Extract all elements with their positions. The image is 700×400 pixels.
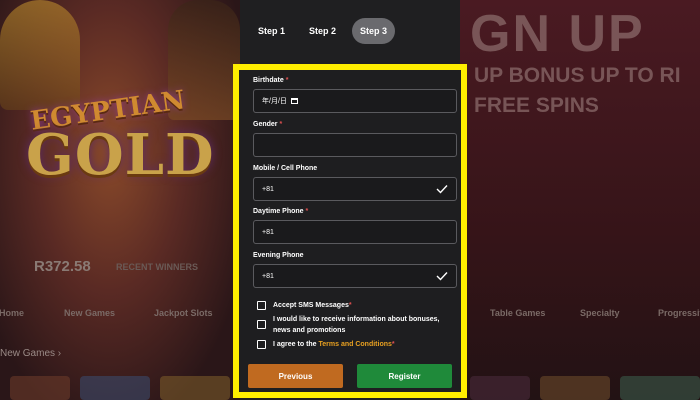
- hero-free-spins-text: FREE SPINS: [474, 94, 599, 117]
- birthdate-value: 年/月/日: [262, 98, 287, 105]
- required-marker: *: [305, 208, 309, 215]
- evening-label: Evening Phone: [253, 252, 304, 259]
- step-3-form: Birthdate * 年/月/日 Gender * Mobile / Cell…: [233, 64, 467, 398]
- chevron-right-icon: ›: [57, 348, 62, 359]
- previous-button[interactable]: Previous: [248, 364, 343, 388]
- terms-prefix: I agree to the: [273, 341, 319, 348]
- mobile-label: Mobile / Cell Phone: [253, 165, 318, 172]
- gender-label: Gender *: [253, 121, 282, 128]
- required-marker: *: [348, 302, 352, 309]
- step-3-tab[interactable]: Step 3: [352, 18, 396, 44]
- daytime-value: +81: [262, 228, 274, 236]
- gender-select[interactable]: [253, 133, 457, 157]
- mobile-phone-input[interactable]: +81: [253, 177, 457, 201]
- nav-progressive[interactable]: Progressive: [658, 308, 700, 318]
- nav-jackpot-slots[interactable]: Jackpot Slots: [154, 308, 213, 318]
- game-thumbnail[interactable]: [80, 376, 150, 400]
- register-button[interactable]: Register: [357, 364, 452, 388]
- nav-specialty[interactable]: Specialty: [580, 308, 620, 318]
- calendar-icon[interactable]: [290, 98, 298, 104]
- game-thumbnail[interactable]: [620, 376, 700, 400]
- background-left-panel: EGYPTIAN GOLD R372.58 RECENT WINNERS Hom…: [0, 0, 240, 400]
- daytime-label: Daytime Phone *: [253, 208, 308, 215]
- game-logo-gold: GOLD: [26, 122, 215, 188]
- sms-label: Accept SMS Messages*: [273, 300, 352, 311]
- evening-value: +81: [262, 272, 274, 280]
- bonus-info-line1: I would like to receive information abou…: [273, 316, 440, 323]
- bonus-info-line2: news and promotions: [273, 327, 346, 334]
- sms-label-text: Accept SMS Messages: [273, 302, 349, 309]
- check-icon: [436, 272, 448, 281]
- daytime-phone-input[interactable]: +81: [253, 220, 457, 244]
- required-marker: *: [279, 121, 283, 128]
- mobile-value: +81: [262, 185, 274, 193]
- game-thumbnail[interactable]: [10, 376, 70, 400]
- new-games-heading-label: New Games: [0, 348, 56, 359]
- terms-checkbox[interactable]: [257, 340, 266, 349]
- terms-link[interactable]: Terms and Conditions: [319, 341, 392, 348]
- game-thumbnail[interactable]: [470, 376, 530, 400]
- sms-checkbox[interactable]: [257, 301, 266, 310]
- game-thumbnail[interactable]: [160, 376, 230, 400]
- check-icon: [436, 185, 448, 194]
- nav-table-games[interactable]: Table Games: [490, 308, 545, 318]
- daytime-label-text: Daytime Phone: [253, 208, 304, 215]
- new-games-heading[interactable]: New Games ›: [0, 348, 61, 359]
- nav-new-games[interactable]: New Games: [64, 308, 115, 318]
- bonus-info-checkbox[interactable]: [257, 320, 266, 329]
- step-2-tab[interactable]: Step 2: [301, 18, 344, 44]
- birthdate-input[interactable]: 年/月/日: [253, 89, 457, 113]
- jackpot-amount: R372.58: [34, 258, 91, 275]
- step-tabs: Step 1 Step 2 Step 3: [250, 18, 396, 44]
- game-thumbnail[interactable]: [540, 376, 610, 400]
- hero-signup-text: GN UP: [470, 5, 645, 63]
- gender-label-text: Gender: [253, 121, 278, 128]
- birthdate-label: Birthdate *: [253, 77, 288, 84]
- nav-home[interactable]: Home: [0, 308, 24, 318]
- evening-phone-input[interactable]: +81: [253, 264, 457, 288]
- terms-label: I agree to the Terms and Conditions*: [273, 339, 395, 350]
- required-marker: *: [285, 77, 289, 84]
- bonus-info-label: I would like to receive information abou…: [273, 314, 439, 336]
- pharaoh-artwork: [0, 0, 80, 110]
- step-1-tab[interactable]: Step 1: [250, 18, 293, 44]
- recent-winners-label: RECENT WINNERS: [116, 262, 199, 272]
- hero-bonus-text: UP BONUS UP TO RI: [474, 64, 681, 87]
- page: EGYPTIAN GOLD R372.58 RECENT WINNERS Hom…: [0, 0, 700, 400]
- birthdate-label-text: Birthdate: [253, 77, 284, 84]
- required-marker: *: [391, 341, 395, 348]
